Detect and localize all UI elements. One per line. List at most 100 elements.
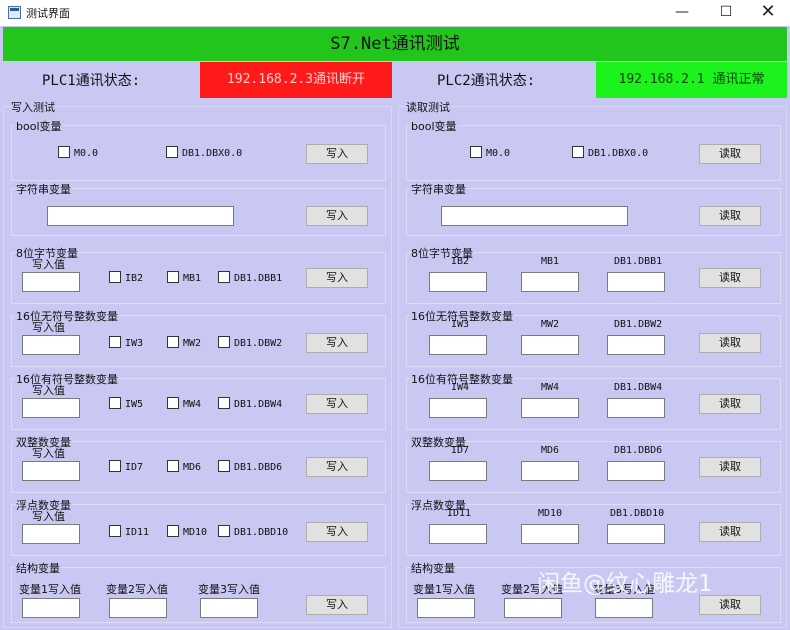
minimize-button[interactable]: — [660,0,704,26]
write-real-db-checkbox[interactable]: DB1.DBD10 [218,525,288,539]
write-real-md-checkbox[interactable]: MD10 [167,525,207,539]
write-string-button[interactable]: 写入 [306,206,368,226]
write-uint16-iw-checkbox[interactable]: IW3 [109,336,143,350]
write-struct-input-2[interactable] [109,598,167,618]
read-struct-output-1[interactable] [417,598,475,618]
write-byte-db-checkbox[interactable]: DB1.DBB1 [218,271,282,285]
read-int16-label-3: DB1.DBW4 [614,382,663,393]
write-int16-input[interactable] [22,398,80,418]
write-uint16-mw-checkbox[interactable]: MW2 [167,336,201,350]
write-int16-mw-checkbox[interactable]: MW4 [167,397,201,411]
plc2-status-label: PLC2通讯状态: [437,73,536,89]
read-int16-button[interactable]: 读取 [699,394,761,414]
checkbox-label: IW3 [125,338,144,349]
checkbox-label: MD6 [183,462,202,473]
read-uint16-output-3[interactable] [607,335,665,355]
read-struct-output-3[interactable] [595,598,653,618]
plc1-status-label: PLC1通讯状态: [42,73,141,89]
read-dint-output-1[interactable] [429,461,487,481]
write-real-id-checkbox[interactable]: ID11 [109,525,149,539]
maximize-button[interactable]: ☐ [704,0,748,26]
write-string-input[interactable] [47,206,234,226]
write-uint16-db-checkbox[interactable]: DB1.DBW2 [218,336,282,350]
read-int16-label-2: MW4 [541,382,560,393]
checkbox-box-icon [218,460,230,472]
write-real-button[interactable]: 写入 [306,522,368,542]
write-int16-db-checkbox[interactable]: DB1.DBW4 [218,397,282,411]
write-bool-dbx-checkbox[interactable]: DB1.DBX0.0 [166,146,242,160]
read-uint16-label-2: MW2 [541,319,560,330]
write-struct-label-2: 变量2写入值 [106,583,168,596]
read-uint16-label-3: DB1.DBW2 [614,319,663,330]
app-icon [8,6,21,19]
read-bool-button[interactable]: 读取 [699,144,761,164]
write-struct-input-3[interactable] [200,598,258,618]
read-uint16-button[interactable]: 读取 [699,333,761,353]
read-uint16-output-1[interactable] [429,335,487,355]
read-struct-button[interactable]: 读取 [699,595,761,615]
read-bool-dbx-checkbox[interactable]: DB1.DBX0.0 [572,146,648,160]
read-string-output[interactable] [441,206,628,226]
checkbox-label: ID11 [125,527,150,538]
write-bool-button[interactable]: 写入 [306,144,368,164]
read-dint-output-3[interactable] [607,461,665,481]
checkbox-label: M0.0 [486,148,511,159]
read-byte-button[interactable]: 读取 [699,268,761,288]
read-dint-output-2[interactable] [521,461,579,481]
read-string-section: 字符串变量 读取 [406,181,781,236]
write-struct-input-1[interactable] [22,598,80,618]
write-real-input[interactable] [22,524,80,544]
read-int16-output-1[interactable] [429,398,487,418]
write-byte-ib-checkbox[interactable]: IB2 [109,271,143,285]
checkbox-box-icon [167,271,179,283]
read-int16-output-3[interactable] [607,398,665,418]
read-dint-button[interactable]: 读取 [699,457,761,477]
write-byte-mb-checkbox[interactable]: MB1 [167,271,201,285]
write-int16-title: 16位有符号整数变量 [15,371,119,387]
checkbox-label: DB1.DBX0.0 [588,148,649,159]
checkbox-box-icon [166,146,178,158]
read-byte-output-3[interactable] [607,272,665,292]
read-byte-output-1[interactable] [429,272,487,292]
read-int16-section: 16位有符号整数变量 IW4 MW4 DB1.DBW4 读取 [406,371,781,430]
write-dint-button[interactable]: 写入 [306,457,368,477]
write-int16-iw-checkbox[interactable]: IW5 [109,397,143,411]
read-byte-output-2[interactable] [521,272,579,292]
read-real-output-3[interactable] [607,524,665,544]
read-real-output-1[interactable] [429,524,487,544]
form-client-area: S7.Net通讯测试 PLC1通讯状态: 192.168.2.3通讯断开 PLC… [0,26,790,630]
checkbox-box-icon [218,525,230,537]
write-string-section: 字符串变量 写入 [11,181,386,236]
read-uint16-output-2[interactable] [521,335,579,355]
read-string-title: 字符串变量 [410,181,467,197]
write-dint-id-checkbox[interactable]: ID7 [109,460,143,474]
write-uint16-button[interactable]: 写入 [306,333,368,353]
read-test-group: 读取测试 bool变量 M0.0 DB1.DBX0.0 读取 字符串变量 读取 … [398,99,787,628]
read-real-button[interactable]: 读取 [699,522,761,542]
close-button[interactable]: ✕ [746,0,790,26]
write-dint-input[interactable] [22,461,80,481]
read-struct-output-2[interactable] [504,598,562,618]
write-byte-input[interactable] [22,272,80,292]
checkbox-label: DB1.DBW2 [234,338,283,349]
read-dint-section: 双整数变量 ID7 MD6 DB1.DBD6 读取 [406,434,781,493]
checkbox-box-icon [109,336,121,348]
watermark-text: 闲鱼@纹心雕龙1 [537,571,713,597]
checkbox-box-icon [109,460,121,472]
write-int16-button[interactable]: 写入 [306,394,368,414]
checkbox-box-icon [218,336,230,348]
read-real-output-2[interactable] [521,524,579,544]
read-dint-label-1: ID7 [451,445,470,456]
write-struct-button[interactable]: 写入 [306,595,368,615]
write-bool-section: bool变量 M0.0 DB1.DBX0.0 写入 [11,118,386,181]
read-struct-title: 结构变量 [410,560,456,576]
read-bool-m00-checkbox[interactable]: M0.0 [470,146,510,160]
read-string-button[interactable]: 读取 [699,206,761,226]
read-uint16-section: 16位无符号整数变量 IW3 MW2 DB1.DBW2 读取 [406,308,781,367]
write-dint-md-checkbox[interactable]: MD6 [167,460,201,474]
write-uint16-input[interactable] [22,335,80,355]
write-byte-button[interactable]: 写入 [306,268,368,288]
write-dint-db-checkbox[interactable]: DB1.DBD6 [218,460,282,474]
write-bool-m00-checkbox[interactable]: M0.0 [58,146,98,160]
read-int16-output-2[interactable] [521,398,579,418]
